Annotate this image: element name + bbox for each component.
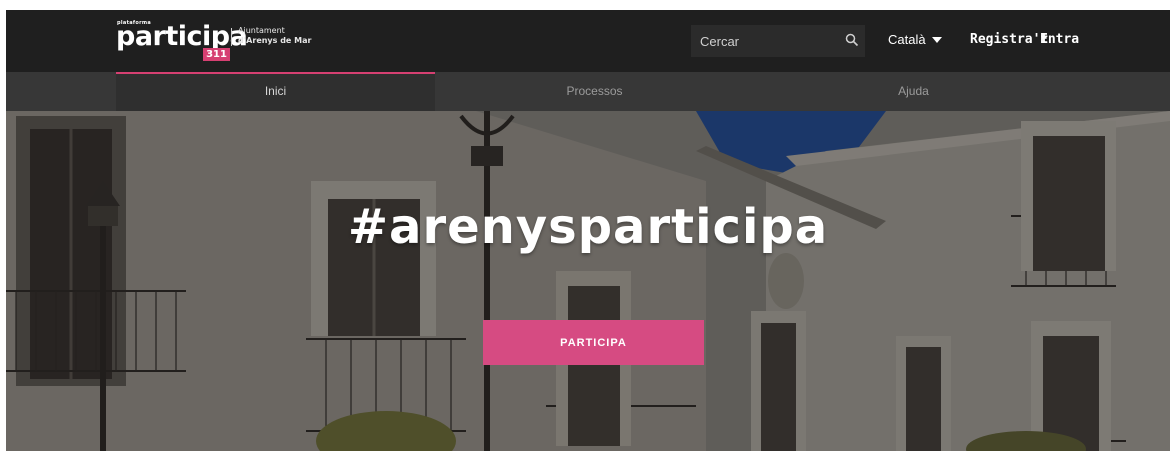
- page-frame: plataforma participa 311 Ajuntament d'Ar…: [6, 10, 1170, 451]
- main-nav: Inici Processos Ajuda: [6, 72, 1170, 111]
- participa-logo[interactable]: plataforma participa 311: [116, 20, 258, 62]
- organization-line-2: d'Arenys de Mar: [238, 36, 312, 45]
- organization-name: Ajuntament d'Arenys de Mar: [238, 26, 311, 46]
- org-divider: [231, 28, 232, 46]
- tab-ajuda[interactable]: Ajuda: [754, 72, 1073, 111]
- search-box: [691, 25, 865, 57]
- language-label: Català: [888, 32, 926, 47]
- top-bar: plataforma participa 311 Ajuntament d'Ar…: [6, 10, 1170, 72]
- search-input[interactable]: [691, 25, 841, 57]
- hero-banner: #arenysparticipa PARTICIPA: [6, 111, 1170, 451]
- language-selector[interactable]: Català: [888, 32, 942, 47]
- caret-down-icon: [931, 36, 942, 43]
- login-link[interactable]: Entra: [1040, 32, 1079, 47]
- participa-button[interactable]: PARTICIPA: [483, 320, 704, 365]
- hero-background-image: [6, 111, 1170, 451]
- organization-line-1: Ajuntament: [238, 26, 285, 35]
- search-icon[interactable]: [845, 33, 859, 47]
- logo-word: participa: [116, 21, 248, 52]
- tab-processos[interactable]: Processos: [435, 72, 754, 111]
- logo-number-badge: 311: [203, 48, 230, 61]
- tab-inici[interactable]: Inici: [116, 72, 435, 111]
- register-link[interactable]: Registra't: [970, 32, 1048, 47]
- hero-title: #arenysparticipa: [347, 199, 829, 255]
